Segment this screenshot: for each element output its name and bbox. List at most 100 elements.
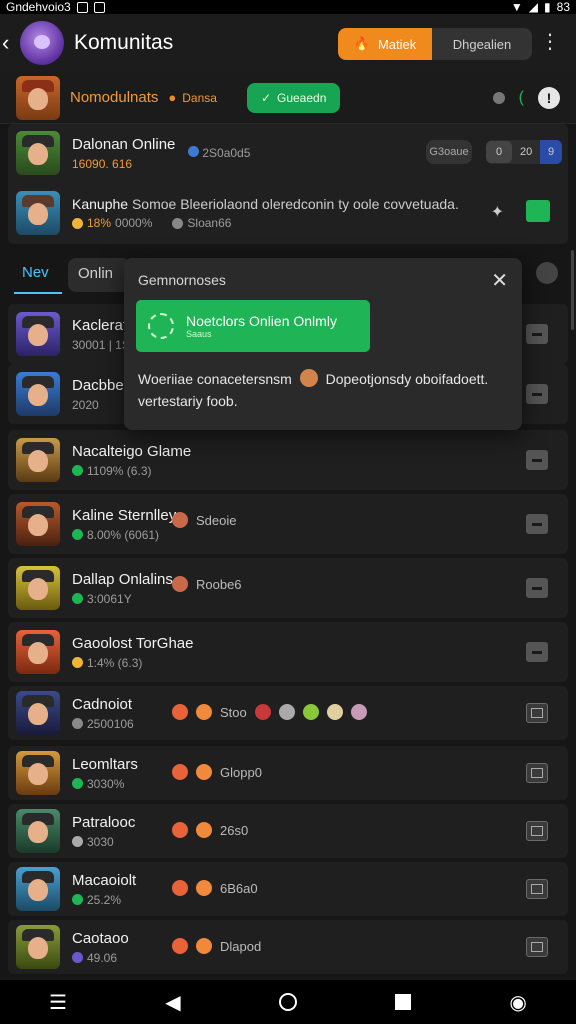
app-avatar[interactable] [20,21,64,65]
row-extra: 6B6a0 [172,880,258,896]
more-vert-icon[interactable]: ⋮ [540,32,560,52]
list-item[interactable]: Nacalteigo Glame 1109% (6.3) [8,430,568,490]
profile-circle-icon[interactable] [536,262,558,284]
row-extra: 2S0a0d5 [188,146,250,160]
row-action-button[interactable] [526,821,548,841]
row-title: Patralooc [72,813,136,831]
row-action-button[interactable] [526,514,548,534]
emoji-icon [196,704,212,720]
row-meta: 3030% [72,777,138,791]
row-extra: Sdeoie [172,512,236,528]
list-item[interactable]: Dallap Onlalins 3:0061Y Roobe6 [8,558,568,618]
game-thumb [16,566,60,610]
puzzle-icon[interactable]: ✦ [491,202,504,222]
row-action-button[interactable] [526,578,548,598]
emoji-icon [254,704,271,720]
back-triangle-icon[interactable]: ◀ [165,990,180,1015]
row-title: Dacbber [72,376,129,394]
segment-control: 🔥 Matiek Dhgealien [338,28,532,60]
game-thumb [16,502,60,546]
game-thumb [16,312,60,356]
list-item[interactable]: Kanuphe Somoe Bleeriolaond oleredconin t… [8,184,568,242]
scrollbar[interactable] [571,250,574,330]
tab-nev[interactable]: Nev [14,260,62,294]
list-item[interactable]: Macaoiolt 25.2% 6B6a0 [8,862,568,916]
row-action-button[interactable] [526,937,548,957]
game-thumb [16,925,60,969]
chip-1[interactable]: G3oaue [426,140,472,164]
emoji-icon [302,704,319,720]
list-item[interactable]: Caotaoo 49.06 Dlapod [8,920,568,974]
row-meta: 2020 [72,397,99,412]
game-thumb [16,438,60,482]
dialog-body: Woeriiae conacetersnsm Dopeotjonsdy oboi… [138,369,489,409]
game-thumb [16,751,60,795]
row-meta: 16090. 616 [72,156,133,171]
recents-icon[interactable] [395,994,412,1010]
check-icon: ✓ [260,90,271,105]
row-meta: 1:4% (6.3) [72,656,193,670]
featured-avatar[interactable] [16,75,60,120]
status-dot-icon [72,465,83,476]
chip-2[interactable]: 0 20 9 [486,140,562,164]
emoji-icon [196,822,212,838]
dialog-primary-button[interactable]: Noetclors Onlien Onlmly Saaus [136,300,370,352]
list-item[interactable]: Kaline Sternlley 8.00% (6061) Sdeoie [8,494,568,554]
dot-icon[interactable] [492,91,505,104]
row-extra: 26s0 [172,822,248,838]
list-item[interactable]: Patralooc 3030 26s0 [8,804,568,858]
smile-icon [72,217,83,229]
game-thumb [16,867,60,911]
emoji-icon [172,822,188,838]
status-dot-icon [72,894,83,905]
flame-icon: 🔥 [353,36,370,51]
row-action-button[interactable] [526,324,548,344]
list-item[interactable]: Gaoolost TorGhae 1:4% (6.3) [8,622,568,682]
segment-matiek-button[interactable]: 🔥 Matiek [338,28,432,60]
row-meta: 3:0061Y [72,592,173,606]
list-item[interactable]: Cadnoiot 2500106 Stoo [8,686,568,740]
list-item[interactable]: Dalonan Online 16090. 616 2S0a0d5 G3oaue… [8,124,568,182]
emoji-icon [196,880,212,896]
close-icon[interactable]: ✕ [491,268,508,293]
menu-icon[interactable]: ☰ [49,990,67,1015]
assistant-icon[interactable]: ◉ [509,990,526,1015]
battery-icon: ▮ [544,0,551,14]
back-arrow-icon[interactable]: ‹ [2,30,18,56]
home-icon[interactable] [278,993,297,1011]
row-action-button[interactable] [526,879,548,899]
status-dot-icon [72,836,83,847]
featured-title: Nomodulnats [70,89,159,106]
row-action-button[interactable] [526,763,548,783]
info-icon[interactable]: ! [538,86,560,109]
row-title: Kaclerat [72,316,128,334]
list-item[interactable]: Leomltars 3030% Glopp0 [8,746,568,800]
chip-2-icon: 0 [486,141,512,163]
green-toggle-button[interactable] [526,200,550,222]
row-action-button[interactable] [526,450,548,470]
status-dot-icon [72,952,83,963]
row-title: Cadnoiot [72,695,133,713]
row-title: Macaoiolt [72,871,137,889]
row-action-button[interactable] [526,703,548,723]
status-time: 83 [556,0,570,14]
featured-action-button[interactable]: ✓ Gueaedn [246,82,341,113]
gem-icon [188,146,199,157]
notification-icon-2 [93,1,105,13]
loading-icon: ( [518,88,524,106]
tab-online[interactable]: Onlin [68,258,130,292]
emoji-icon [172,764,188,780]
row-meta: 1109% (6.3) [72,464,191,478]
row-title: Kanuphe Somoe Bleeriolaond oleredconin t… [72,196,459,212]
game-thumb [16,372,60,416]
row-action-button[interactable] [526,642,548,662]
row-extra: Stoo [172,704,367,720]
row-action-button[interactable] [526,384,548,404]
notification-icon [76,1,88,13]
row-title: Caotaoo [72,929,129,947]
egg-icon: ● [168,90,177,105]
emoji-icon [172,880,188,896]
segment-dhgealien-button[interactable]: Dhgealien [432,28,532,60]
emoji-icon [196,764,212,780]
emoji-icon [172,938,188,954]
